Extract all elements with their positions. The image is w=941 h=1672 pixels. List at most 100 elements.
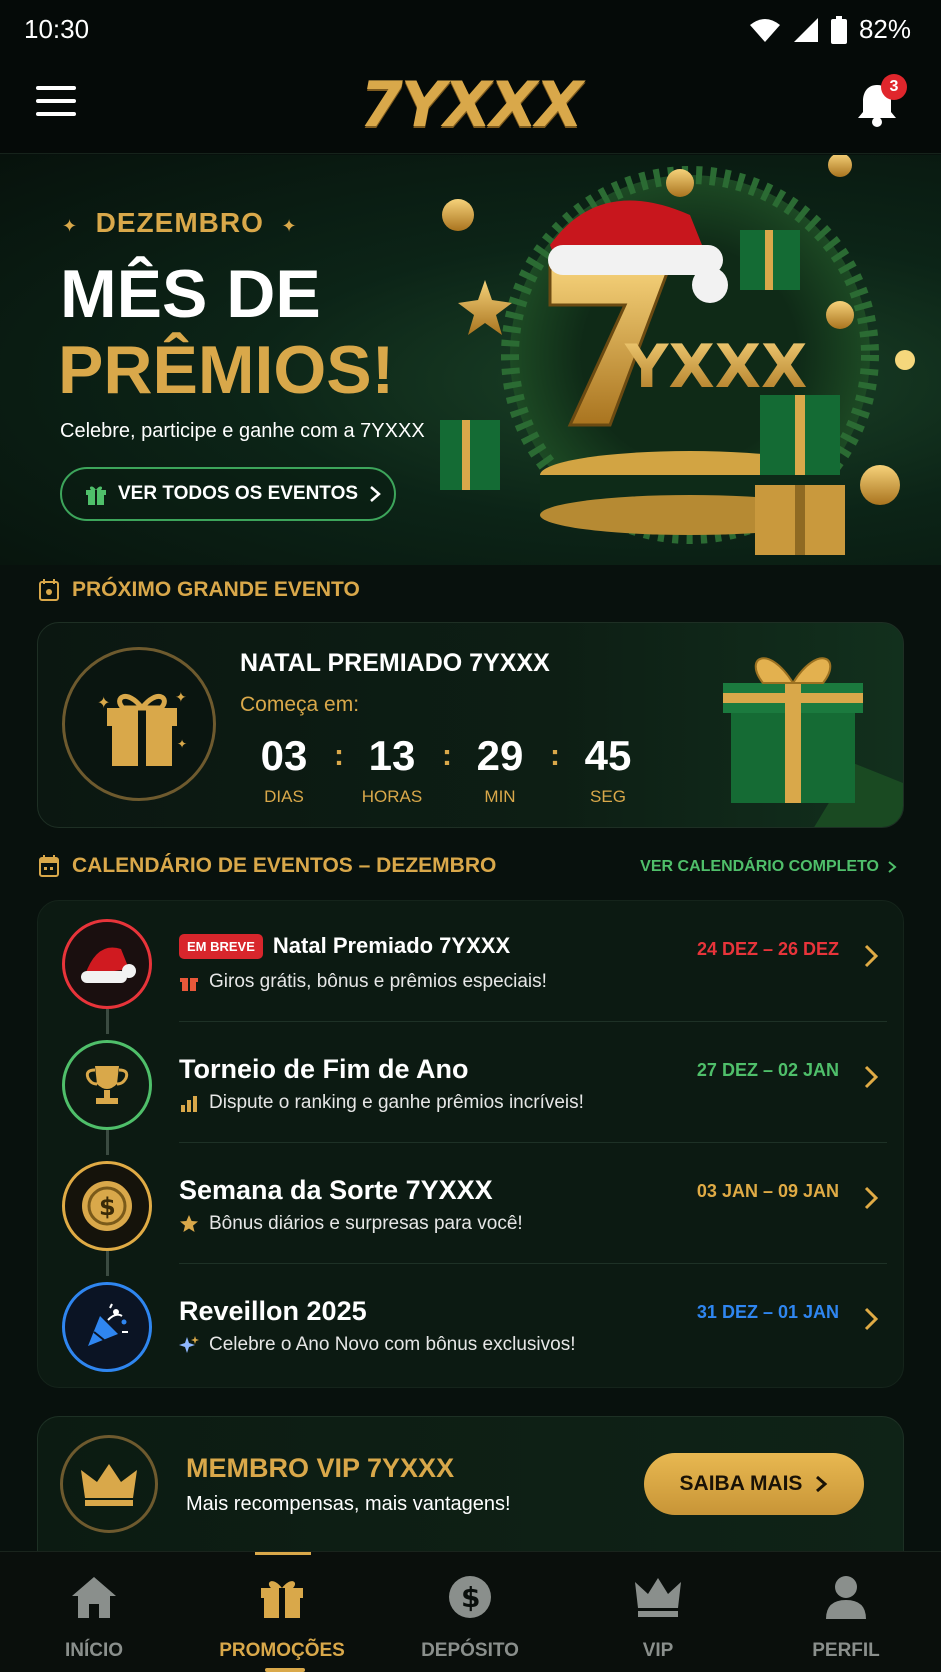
countdown-minutes-value: 29 bbox=[476, 732, 524, 779]
event-description: Bônus diários e surpresas para você! bbox=[179, 1213, 523, 1235]
learn-more-label: SAIBA MAIS bbox=[679, 1472, 803, 1495]
calendar-event-row[interactable]: EM BREVE Natal Premiado 7YXXX Giros grát… bbox=[38, 901, 905, 1022]
hero-art-logo: YXXX bbox=[624, 332, 807, 402]
crown-icon bbox=[635, 1578, 681, 1617]
status-bar: 10:30 82% bbox=[0, 0, 941, 56]
event-date-range: 27 DEZ – 02 JAN bbox=[696, 1060, 839, 1080]
crown-icon bbox=[81, 1464, 137, 1506]
chevron-right-icon bbox=[864, 1065, 879, 1089]
countdown-hours: 13 HORAS bbox=[342, 733, 442, 807]
nav-label: PROMOÇÕES bbox=[219, 1640, 345, 1661]
vip-membership-card: MEMBRO VIP 7YXXX Mais recompensas, mais … bbox=[37, 1416, 904, 1556]
event-date-range: 31 DEZ – 01 JAN bbox=[696, 1302, 839, 1322]
nav-item-profile[interactable]: PERFIL bbox=[752, 1552, 940, 1672]
hero-kicker-text: DEZEMBRO bbox=[95, 207, 264, 238]
next-event-card[interactable]: ✦ ✦ ✦ NATAL PREMIADO 7YXXX Começa em: 03… bbox=[37, 622, 904, 828]
sparkle-icon: ✦ bbox=[281, 216, 298, 236]
calendar-event-row[interactable]: Torneio de Fim de Ano Dispute o ranking … bbox=[38, 1022, 905, 1143]
gift-box-illustration bbox=[723, 657, 903, 827]
see-all-events-label: VER TODOS OS EVENTOS bbox=[118, 483, 359, 504]
learn-more-button[interactable]: SAIBA MAIS bbox=[644, 1453, 864, 1515]
countdown-hours-value: 13 bbox=[368, 732, 416, 779]
svg-text:$: $ bbox=[99, 1193, 116, 1221]
calendar-star-icon bbox=[39, 579, 59, 601]
vip-subtitle: Mais recompensas, mais vantagens! bbox=[186, 1493, 511, 1515]
hero-christmas-illustration: YXXX bbox=[440, 155, 915, 555]
nav-item-vip[interactable]: VIP bbox=[564, 1552, 752, 1672]
vip-title: MEMBRO VIP 7YXXX bbox=[186, 1453, 455, 1483]
signal-icon bbox=[793, 17, 818, 42]
view-full-calendar-label: VER CALENDÁRIO COMPLETO bbox=[640, 858, 879, 875]
battery-percent: 82% bbox=[858, 14, 911, 44]
countdown-days: 03 DIAS bbox=[234, 733, 334, 807]
wifi-icon bbox=[749, 18, 780, 42]
home-icon bbox=[72, 1577, 116, 1618]
event-title-text: Natal Premiado 7YXXX bbox=[272, 933, 511, 958]
santa-hat-icon bbox=[81, 947, 136, 983]
ranking-chart-icon bbox=[181, 1096, 197, 1112]
nav-label: PERFIL bbox=[812, 1640, 880, 1661]
countdown-days-label: DIAS bbox=[264, 787, 304, 806]
active-tab-underline bbox=[265, 1668, 305, 1672]
gift-icon bbox=[261, 1581, 303, 1618]
countdown-days-value: 03 bbox=[260, 732, 308, 779]
calendar-event-row[interactable]: Reveillon 2025 Celebre o Ano Novo com bô… bbox=[38, 1264, 905, 1385]
nav-item-home[interactable]: INÍCIO bbox=[0, 1552, 188, 1672]
countdown-seconds: 45 SEG bbox=[558, 733, 658, 807]
svg-text:$: $ bbox=[461, 1581, 480, 1614]
hero-title-line1: MÊS DE bbox=[60, 256, 321, 332]
event-name: NATAL PREMIADO 7YXXX bbox=[240, 649, 550, 677]
gift-badge: ✦ ✦ ✦ bbox=[62, 647, 216, 801]
events-calendar-list: EM BREVE Natal Premiado 7YXXX Giros grát… bbox=[37, 900, 904, 1388]
next-event-heading: PRÓXIMO GRANDE EVENTO bbox=[38, 578, 360, 602]
countdown-separator: : bbox=[442, 739, 452, 772]
chevron-right-icon bbox=[370, 486, 381, 502]
countdown-separator: : bbox=[550, 739, 560, 772]
dollar-icon: $ bbox=[449, 1576, 491, 1618]
countdown-seconds-label: SEG bbox=[590, 787, 626, 806]
sparkle-icon: ✦ bbox=[62, 216, 79, 236]
notification-bell-icon[interactable]: 3 bbox=[855, 74, 907, 128]
next-event-heading-text: PRÓXIMO GRANDE EVENTO bbox=[72, 578, 360, 601]
countdown-minutes-label: MIN bbox=[484, 787, 516, 806]
calendar-heading: CALENDÁRIO DE EVENTOS – DEZEMBRO bbox=[38, 854, 496, 878]
nav-item-deposit[interactable]: $ DEPÓSITO bbox=[376, 1552, 564, 1672]
event-description: Dispute o ranking e ganhe prêmios incrív… bbox=[179, 1092, 584, 1114]
chevron-right-icon bbox=[888, 861, 897, 873]
event-description-text: Giros grátis, bônus e prêmios especiais! bbox=[209, 971, 547, 992]
status-icons: 82% bbox=[749, 14, 911, 45]
event-description: Celebre o Ano Novo com bônus exclusivos! bbox=[179, 1334, 575, 1356]
view-full-calendar-link[interactable]: VER CALENDÁRIO COMPLETO bbox=[640, 858, 897, 876]
chevron-right-icon bbox=[816, 1475, 828, 1493]
event-title: Torneio de Fim de Ano bbox=[179, 1054, 469, 1084]
event-icon-badge: $ bbox=[62, 1161, 152, 1251]
status-time: 10:30 bbox=[24, 14, 90, 44]
svg-text:✦: ✦ bbox=[175, 689, 187, 705]
see-all-events-button[interactable]: VER TODOS OS EVENTOS bbox=[60, 467, 396, 521]
calendar-icon bbox=[39, 855, 59, 877]
countdown-separator: : bbox=[334, 739, 344, 772]
event-title: EM BREVE Natal Premiado 7YXXX bbox=[179, 933, 510, 959]
event-title: Semana da Sorte 7YXXX bbox=[179, 1175, 493, 1205]
notification-badge: 3 bbox=[881, 74, 907, 100]
event-icon-badge bbox=[62, 919, 152, 1009]
event-icon-badge bbox=[62, 1040, 152, 1130]
coming-soon-badge: EM BREVE bbox=[179, 933, 263, 959]
event-starts-label: Começa em: bbox=[240, 693, 360, 716]
calendar-event-row[interactable]: $ Semana da Sorte 7YXXX Bônus diários e … bbox=[38, 1143, 905, 1264]
event-icon-badge bbox=[62, 1282, 152, 1372]
event-description-text: Dispute o ranking e ganhe prêmios incrív… bbox=[209, 1092, 584, 1113]
svg-text:✦: ✦ bbox=[177, 737, 187, 751]
battery-icon bbox=[830, 15, 847, 44]
user-icon bbox=[826, 1576, 866, 1619]
svg-text:✦: ✦ bbox=[97, 695, 110, 712]
chevron-right-icon bbox=[864, 1307, 879, 1331]
hero-kicker: ✦ DEZEMBRO ✦ bbox=[62, 207, 298, 239]
event-description-text: Celebre o Ano Novo com bônus exclusivos! bbox=[209, 1334, 576, 1355]
nav-item-promotions[interactable]: PROMOÇÕES bbox=[188, 1552, 376, 1672]
brand-logo: 7YXXX bbox=[359, 68, 583, 141]
sparkles-icon bbox=[179, 1336, 199, 1353]
gift-icon bbox=[86, 486, 106, 505]
countdown-timer: 03 DIAS : 13 HORAS : 29 MIN : 45 SEG bbox=[234, 733, 658, 807]
countdown-hours-label: HORAS bbox=[361, 787, 423, 806]
